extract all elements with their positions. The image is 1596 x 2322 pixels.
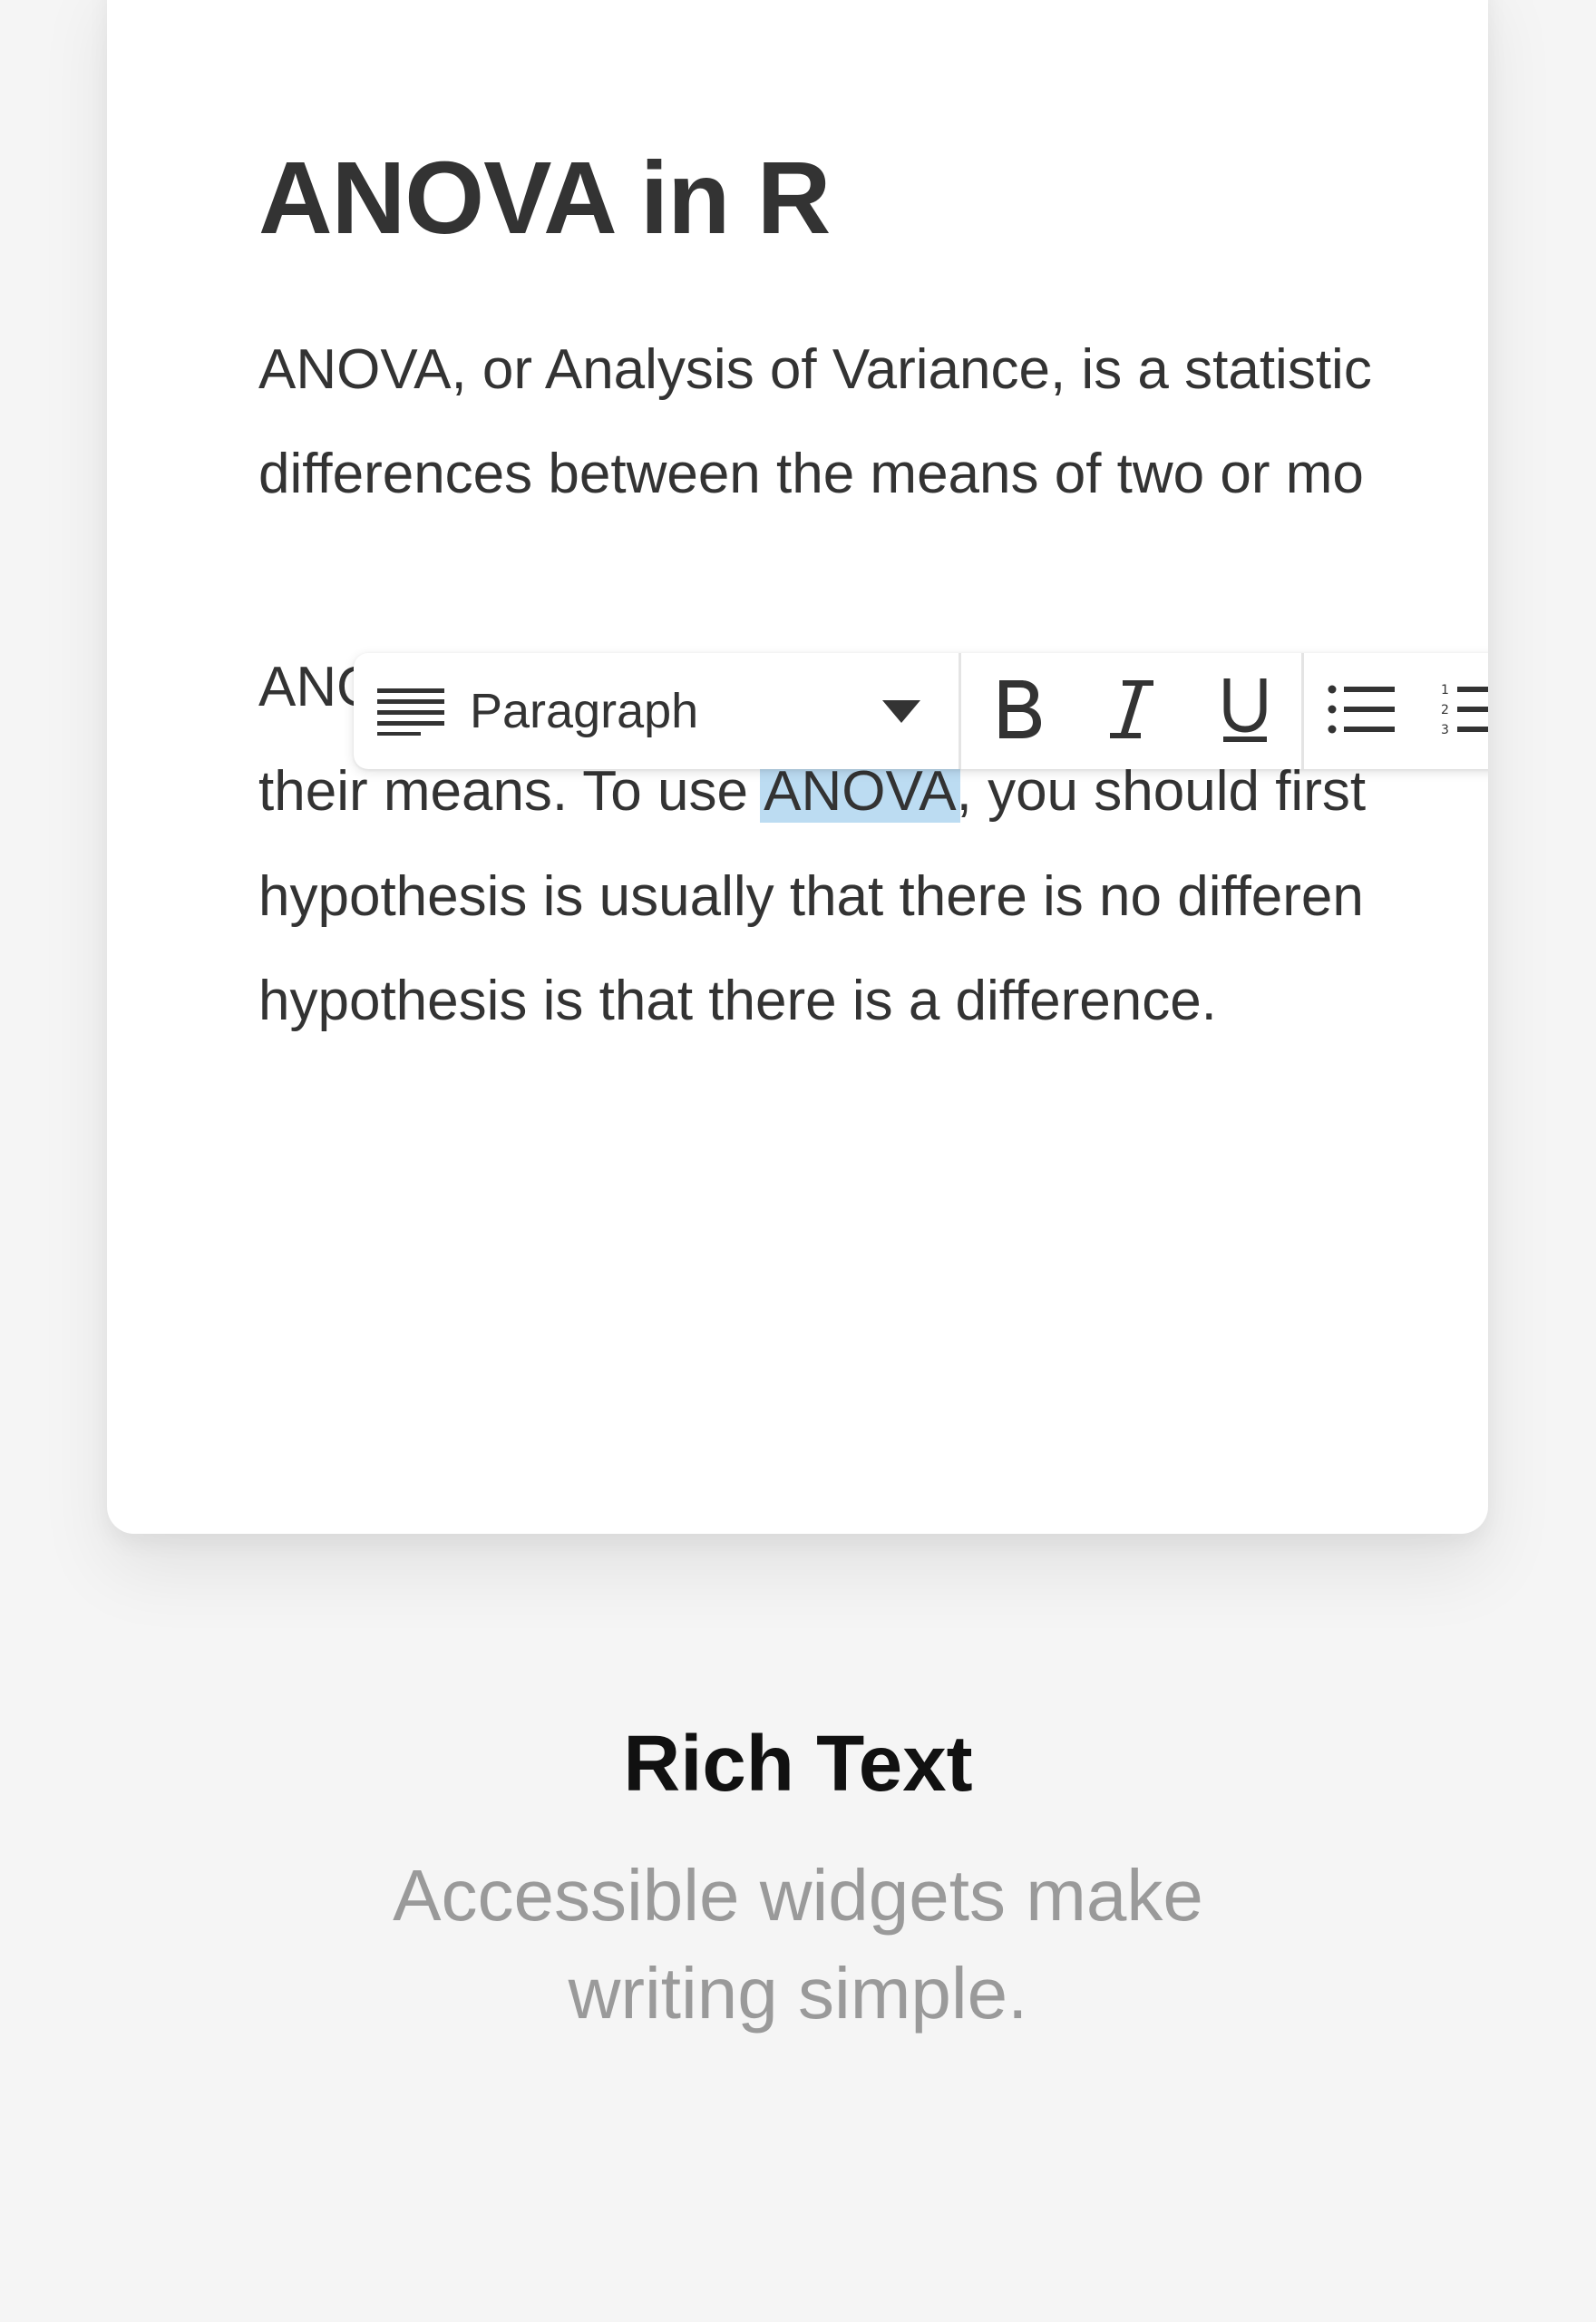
underline-icon xyxy=(1220,675,1270,748)
italic-icon xyxy=(1106,677,1157,746)
feature-description-line-2: writing simple. xyxy=(568,1953,1028,2034)
numbered-list-icon: 1 2 3 xyxy=(1441,681,1488,742)
document-title[interactable]: ANOVA in R xyxy=(258,134,831,261)
feature-title: Rich Text xyxy=(623,1720,973,1808)
paragraph-2-line-4[interactable]: hypothesis is that there is a difference… xyxy=(258,965,1217,1038)
paragraph-1-line-1[interactable]: ANOVA, or Analysis of Variance, is a sta… xyxy=(258,334,1372,406)
selected-text[interactable]: ANOVA xyxy=(760,760,960,823)
paragraph-lines-icon xyxy=(377,684,446,738)
caret-down-icon xyxy=(881,698,922,725)
svg-text:3: 3 xyxy=(1441,723,1449,737)
bold-button[interactable] xyxy=(961,653,1075,769)
text-run: their means. To use xyxy=(258,760,764,823)
numbered-list-button[interactable]: 1 2 3 xyxy=(1417,653,1488,769)
feature-description-line-1: Accessible widgets make xyxy=(393,1855,1203,1936)
feature-description: Accessible widgets make writing simple. xyxy=(0,1847,1596,2043)
bold-icon xyxy=(992,677,1045,746)
svg-text:2: 2 xyxy=(1441,703,1449,717)
paragraph-2-line-3[interactable]: hypothesis is usually that there is no d… xyxy=(258,861,1364,933)
italic-button[interactable] xyxy=(1075,653,1188,769)
block-type-label: Paragraph xyxy=(470,684,699,738)
svg-text:1: 1 xyxy=(1441,683,1449,698)
block-type-dropdown[interactable]: Paragraph xyxy=(354,653,961,769)
bulleted-list-button[interactable] xyxy=(1304,653,1417,769)
bulleted-list-icon xyxy=(1328,684,1395,739)
underline-button[interactable] xyxy=(1188,653,1301,769)
text-run: , you should first xyxy=(956,760,1367,823)
formatting-toolbar: Paragraph 1 2 3 xyxy=(354,653,1488,769)
paragraph-1-line-2[interactable]: differences between the means of two or … xyxy=(258,438,1364,511)
